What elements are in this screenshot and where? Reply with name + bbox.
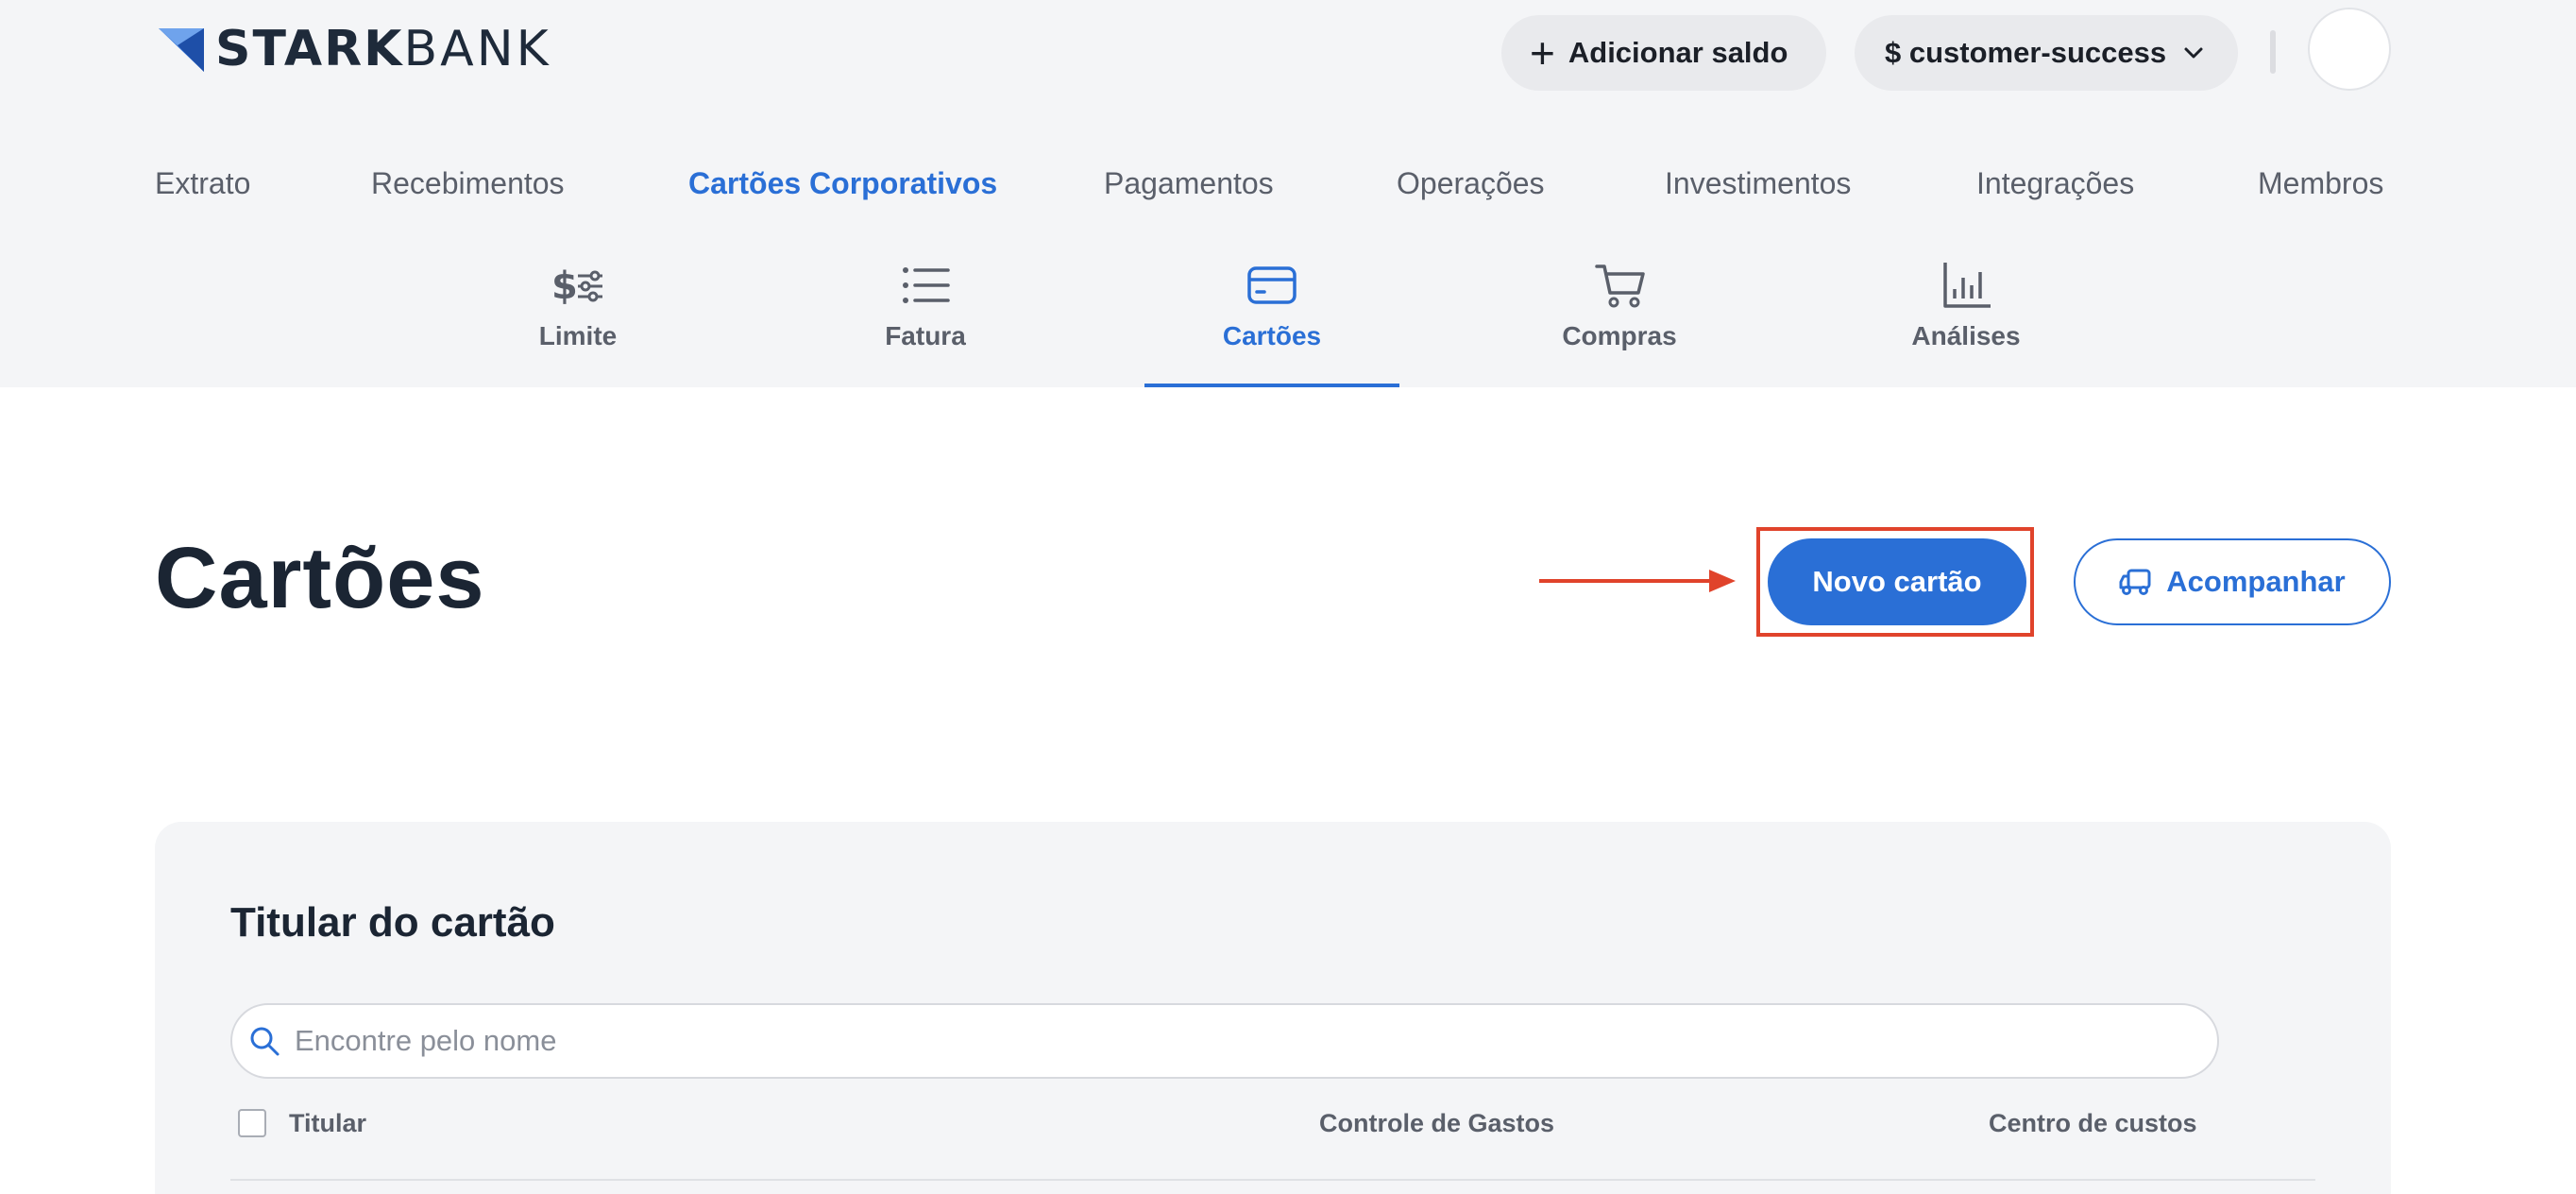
top-header-area: STARK BANK + Adicionar saldo $ customer-s…: [0, 0, 2576, 387]
nav-item-recebimentos[interactable]: Recebimentos: [371, 166, 565, 201]
dollar-sliders-icon: $: [551, 264, 602, 308]
main-nav: Extrato Recebimentos Cartões Corporativo…: [155, 166, 2391, 206]
list-icon: [903, 267, 950, 303]
nav-item-cartoes-corporativos[interactable]: Cartões Corporativos: [688, 166, 997, 201]
starkbank-logo-icon: [159, 28, 204, 72]
add-balance-label: Adicionar saldo: [1568, 36, 1788, 69]
column-header-titular[interactable]: Titular: [289, 1109, 366, 1138]
subnav-label-limite: Limite: [538, 321, 618, 350]
new-card-button[interactable]: Novo cartão: [1768, 538, 2026, 625]
subnav-label-fatura: Fatura: [885, 321, 966, 350]
column-header-controle-de-gastos[interactable]: Controle de Gastos: [1319, 1109, 1554, 1138]
svg-text:$: $: [551, 264, 578, 308]
truck-icon: [2119, 569, 2151, 595]
add-balance-button[interactable]: + Adicionar saldo: [1501, 15, 1826, 91]
account-label: $ customer-success: [1885, 36, 2167, 69]
select-all-checkbox[interactable]: [238, 1109, 266, 1137]
active-tab-indicator: [1144, 384, 1399, 387]
nav-item-pagamentos[interactable]: Pagamentos: [1104, 166, 1274, 201]
nav-item-operacoes[interactable]: Operações: [1397, 166, 1545, 201]
filter-title: Titular do cartão: [230, 899, 555, 946]
bar-chart-icon: [1943, 263, 1991, 308]
user-avatar[interactable]: [2308, 8, 2391, 91]
header-divider: [2270, 30, 2276, 74]
subnav-label-compras: Compras: [1562, 321, 1677, 350]
plus-icon: +: [1530, 28, 1555, 77]
search-icon: [250, 1027, 280, 1056]
search-field[interactable]: [230, 1003, 2219, 1079]
account-selector[interactable]: $ customer-success: [1855, 15, 2238, 91]
subnav-item-analises[interactable]: Análises: [1839, 261, 2093, 387]
annotation-arrow-icon: [1539, 570, 1736, 592]
subnav-label-cartoes: Cartões: [1222, 321, 1322, 350]
table-header: Titular Controle de Gastos Centro de cus…: [230, 1105, 2315, 1181]
logo-text-strong: STARK: [215, 21, 404, 77]
cart-icon: [1595, 264, 1645, 308]
logo-text-light: BANK: [403, 21, 551, 77]
subnav-item-limite[interactable]: $ Limite: [450, 261, 705, 387]
track-button[interactable]: Acompanhar: [2074, 538, 2391, 625]
nav-item-integracoes[interactable]: Integrações: [1976, 166, 2134, 201]
subnav-label-analises: Análises: [1911, 321, 2021, 350]
column-header-centro-de-custos[interactable]: Centro de custos: [1989, 1109, 2197, 1138]
subnav-item-fatura[interactable]: Fatura: [798, 261, 1053, 387]
nav-item-extrato[interactable]: Extrato: [155, 166, 250, 201]
starkbank-logo[interactable]: STARK BANK: [157, 21, 551, 77]
nav-item-investimentos[interactable]: Investimentos: [1665, 166, 1851, 201]
nav-item-membros[interactable]: Membros: [2258, 166, 2383, 201]
subnav-item-cartoes[interactable]: Cartões: [1144, 261, 1399, 387]
search-input[interactable]: [295, 1024, 2089, 1058]
track-button-label: Acompanhar: [2166, 565, 2346, 598]
subnav-item-compras[interactable]: Compras: [1492, 261, 1747, 387]
card-holder-filter-panel: Titular do cartão Titular Controle de Ga…: [155, 822, 2391, 1194]
credit-card-icon: [1247, 266, 1296, 304]
chevron-down-icon: [2184, 47, 2203, 59]
page-title: Cartões: [155, 530, 485, 626]
